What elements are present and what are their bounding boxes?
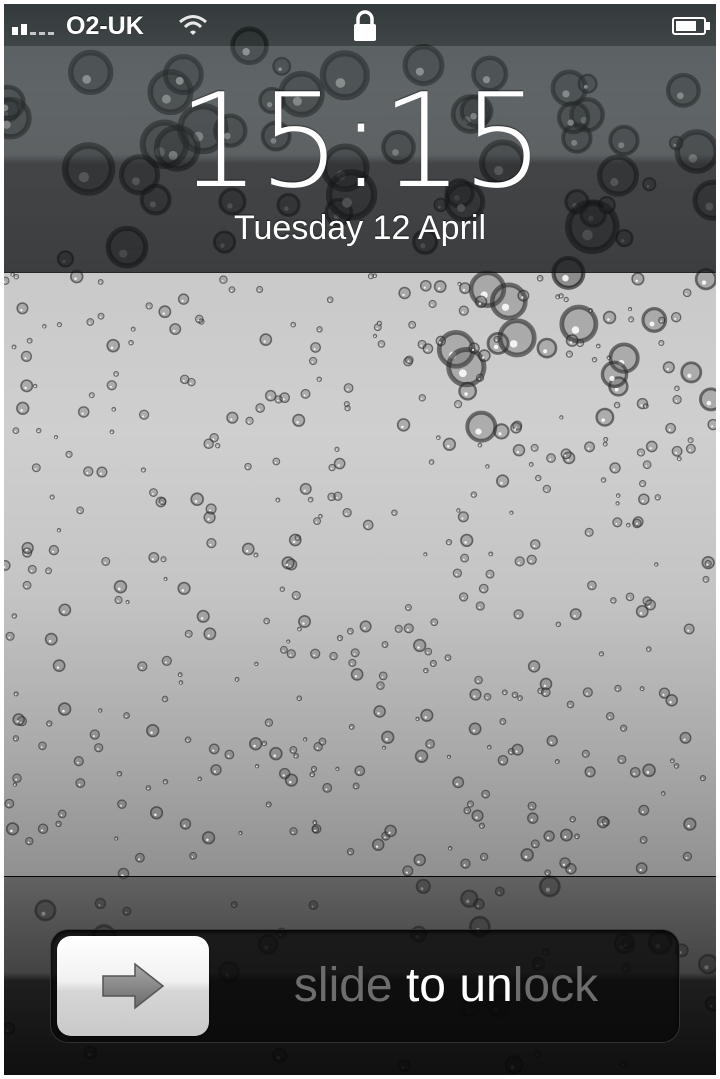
signal-icon [12,17,64,35]
battery-icon [672,17,710,35]
clock-time: 15:15 [177,65,545,217]
slide-label-part: lock [512,959,599,1012]
clock-bar: 15:15 Tuesday 12 April [4,46,716,273]
slide-label-part: to [392,959,460,1012]
slider-knob[interactable] [57,936,209,1036]
slide-to-unlock-slider[interactable]: slide to unlock [50,929,680,1043]
carrier-name: O2-UK [66,12,144,40]
lock-screen: O2-UK 15:15 Tuesday 12 April slide to un… [4,4,716,1075]
status-bar: O2-UK [4,4,716,46]
unlock-bar: slide to unlock [4,876,716,1075]
wifi-icon [179,15,207,35]
slide-label-part: slide [293,959,393,1012]
arrow-right-icon [102,962,165,1010]
slide-label-part: un [459,959,513,1012]
slide-to-unlock-label: slide to unlock [221,930,671,1042]
clock-date: Tuesday 12 April [234,209,486,247]
lock-icon [354,10,376,41]
